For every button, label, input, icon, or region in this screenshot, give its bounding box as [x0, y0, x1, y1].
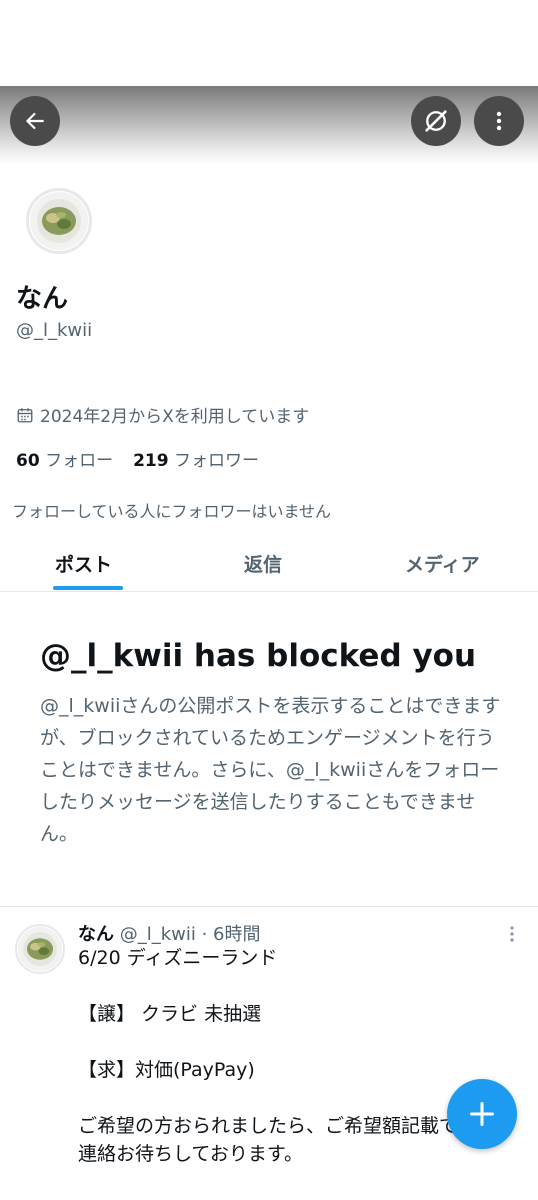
post-author-meta: @_l_kwii · 6時間 — [119, 924, 261, 945]
post-more-button[interactable] — [504, 922, 520, 946]
following-link[interactable]: 60 フォロー — [16, 446, 113, 471]
back-button[interactable] — [10, 96, 60, 146]
plus-icon — [469, 1101, 495, 1127]
more-vertical-icon — [510, 926, 514, 942]
avatar-image — [30, 192, 88, 250]
joined-text: 2024年2月からXを利用しています — [40, 407, 310, 427]
compose-button[interactable] — [447, 1079, 517, 1149]
post-avatar[interactable] — [15, 924, 65, 974]
active-tab-indicator — [53, 586, 123, 590]
grok-button[interactable] — [411, 96, 461, 146]
blocked-title: @_l_kwii has blocked you — [40, 638, 477, 674]
more-options-button[interactable] — [474, 96, 524, 146]
calendar-icon — [17, 407, 33, 422]
mutual-followers-note: フォローしている人にフォロワーはいません — [12, 502, 332, 521]
blocked-description: @_l_kwiiさんの公開ポストを表示することはできますが、ブロックされているた… — [40, 695, 501, 845]
joined-date: 2024年2月からXを利用しています — [16, 402, 309, 427]
tab-posts[interactable]: ポスト — [55, 550, 112, 577]
profile-avatar[interactable] — [26, 188, 92, 254]
profile-display-name: なん — [16, 284, 69, 314]
followers-link[interactable]: 219 フォロワー — [133, 446, 259, 471]
following-count: 60 — [16, 451, 40, 471]
followers-count: 219 — [133, 451, 169, 471]
tab-replies[interactable]: 返信 — [244, 550, 282, 577]
profile-tabs: ポスト 返信 メディア — [0, 540, 538, 592]
followers-label: フォロワー — [173, 451, 259, 471]
arrow-left-icon — [25, 112, 44, 130]
tab-media[interactable]: メディア — [405, 550, 480, 577]
following-label: フォロー — [45, 451, 114, 471]
avatar-image — [17, 926, 63, 972]
post-author-name[interactable]: なん — [78, 924, 114, 945]
follow-stats: 60 フォロー 219 フォロワー — [16, 446, 259, 471]
grok-icon — [425, 110, 447, 132]
divider — [0, 906, 538, 907]
profile-handle: @_l_kwii — [16, 320, 93, 341]
more-vertical-icon — [496, 111, 502, 131]
post-header: なん @_l_kwii · 6時間 — [78, 920, 261, 946]
